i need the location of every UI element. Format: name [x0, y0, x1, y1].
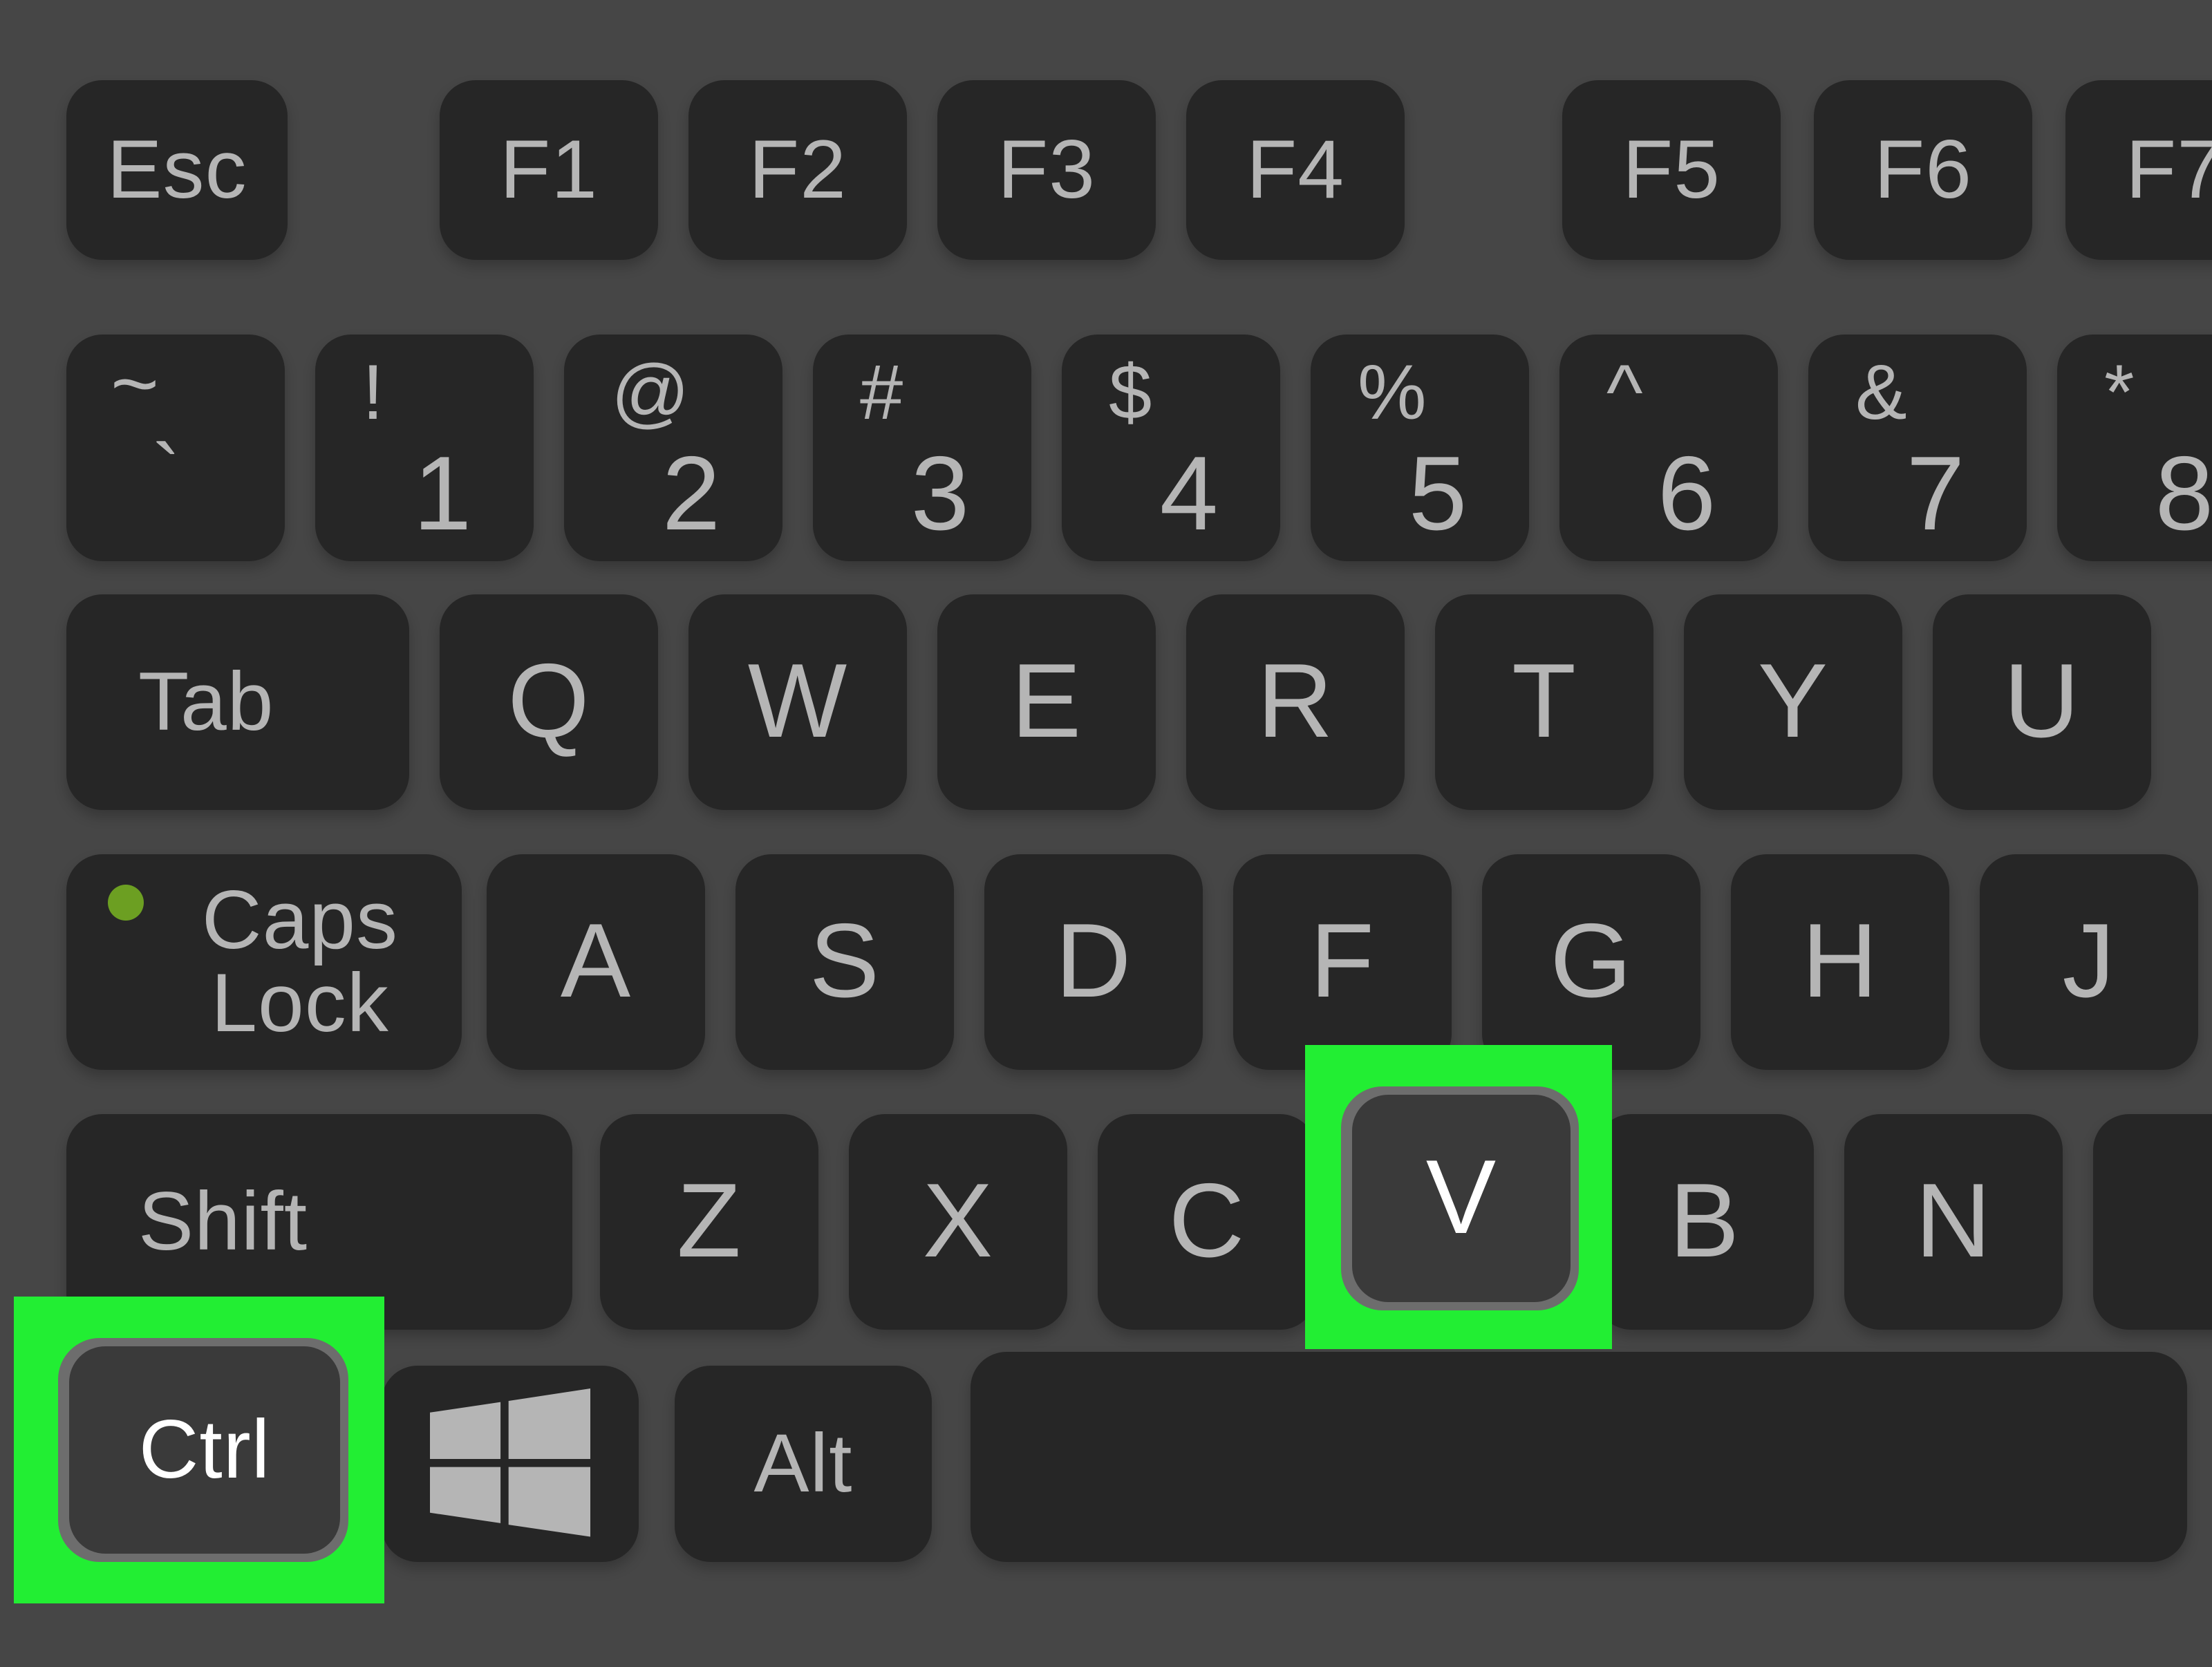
key-5[interactable]: % 5 — [1311, 335, 1529, 561]
key-c-label: C — [1168, 1162, 1246, 1280]
key-g[interactable]: G — [1482, 854, 1700, 1070]
key-n[interactable]: N — [1844, 1114, 2063, 1330]
key-q-label: Q — [507, 643, 590, 760]
key-w[interactable]: W — [688, 594, 907, 810]
key-z-label: Z — [677, 1162, 742, 1280]
key-7[interactable]: & 7 — [1808, 335, 2027, 561]
key-y[interactable]: Y — [1684, 594, 1902, 810]
key-f2[interactable]: F2 — [688, 80, 907, 260]
key-x[interactable]: X — [849, 1114, 1067, 1330]
key-f3-label: F3 — [997, 123, 1096, 216]
keyboard-screenshot: Esc F1 F2 F3 F4 F5 F6 F7 ~ ` ! 1 @ 2 # 3… — [0, 0, 2212, 1667]
key-v-label: V — [1425, 1139, 1497, 1256]
key-f5-label: F5 — [1622, 123, 1721, 216]
key-shift-label: Shift — [138, 1175, 308, 1268]
key-1-shift-label: ! — [362, 348, 384, 435]
key-backtick-shift-label: ~ — [111, 337, 160, 430]
key-s[interactable]: S — [735, 854, 954, 1070]
key-x-label: X — [922, 1162, 994, 1280]
caps-lock-led-icon — [108, 885, 144, 921]
key-f1-label: F1 — [499, 123, 599, 216]
key-8-base-label: 8 — [2155, 435, 2212, 553]
key-v[interactable]: V — [1352, 1095, 1571, 1302]
key-2-shift-label: @ — [611, 348, 690, 435]
key-4-base-label: 4 — [1159, 435, 1219, 553]
key-q[interactable]: Q — [440, 594, 658, 810]
key-n-label: N — [1915, 1162, 1992, 1280]
key-f3[interactable]: F3 — [937, 80, 1156, 260]
key-r[interactable]: R — [1186, 594, 1405, 810]
key-h[interactable]: H — [1731, 854, 1949, 1070]
key-e-label: E — [1011, 643, 1082, 760]
key-backtick-base-label: ` — [152, 428, 181, 524]
key-8-shift-label: * — [2104, 348, 2135, 435]
key-caps-lock[interactable]: Caps Lock — [66, 854, 462, 1070]
key-f7-label: F7 — [2125, 123, 2212, 216]
key-j[interactable]: J — [1980, 854, 2198, 1070]
key-4-shift-label: $ — [1109, 348, 1152, 435]
key-f6-label: F6 — [1873, 123, 1973, 216]
key-windows[interactable] — [382, 1366, 639, 1562]
key-f7[interactable]: F7 — [2065, 80, 2212, 260]
key-esc[interactable]: Esc — [66, 80, 288, 260]
key-7-base-label: 7 — [1906, 435, 1965, 553]
key-2-base-label: 2 — [662, 435, 721, 553]
key-f4[interactable]: F4 — [1186, 80, 1405, 260]
key-2[interactable]: @ 2 — [564, 335, 782, 561]
key-tab[interactable]: Tab — [66, 594, 409, 810]
key-w-label: W — [747, 643, 848, 760]
key-f1[interactable]: F1 — [440, 80, 658, 260]
key-j-label: J — [2062, 903, 2116, 1020]
key-b-label: B — [1669, 1162, 1741, 1280]
key-6-shift-label: ^ — [1606, 348, 1643, 435]
key-u-label: U — [2003, 643, 2081, 760]
key-f[interactable]: F — [1233, 854, 1452, 1070]
key-f5[interactable]: F5 — [1562, 80, 1781, 260]
key-d[interactable]: D — [984, 854, 1203, 1070]
key-f6[interactable]: F6 — [1814, 80, 2032, 260]
key-z[interactable]: Z — [600, 1114, 818, 1330]
key-3-base-label: 3 — [910, 435, 970, 553]
key-ctrl[interactable]: Ctrl — [69, 1346, 340, 1554]
key-t[interactable]: T — [1435, 594, 1653, 810]
key-8[interactable]: * 8 — [2057, 335, 2212, 561]
key-a-label: A — [560, 903, 632, 1020]
key-b[interactable]: B — [1595, 1114, 1814, 1330]
key-alt-label: Alt — [753, 1417, 853, 1509]
key-f-label: F — [1310, 903, 1375, 1020]
key-1[interactable]: ! 1 — [315, 335, 534, 561]
key-5-base-label: 5 — [1408, 435, 1468, 553]
key-s-label: S — [809, 903, 881, 1020]
key-caps-lock-label: Caps Lock — [201, 874, 399, 1049]
key-c[interactable]: C — [1098, 1114, 1316, 1330]
key-tab-label: Tab — [138, 655, 274, 748]
windows-logo-icon — [430, 1386, 590, 1541]
key-3[interactable]: # 3 — [813, 335, 1031, 561]
key-5-shift-label: % — [1358, 348, 1427, 435]
key-g-label: G — [1550, 903, 1633, 1020]
key-m[interactable] — [2093, 1114, 2212, 1330]
key-f4-label: F4 — [1246, 123, 1345, 216]
key-f2-label: F2 — [748, 123, 847, 216]
key-1-base-label: 1 — [413, 435, 472, 553]
key-h-label: H — [1801, 903, 1879, 1020]
key-a[interactable]: A — [487, 854, 705, 1070]
key-e[interactable]: E — [937, 594, 1156, 810]
key-t-label: T — [1512, 643, 1577, 760]
key-6-base-label: 6 — [1657, 435, 1716, 553]
key-d-label: D — [1055, 903, 1132, 1020]
key-ctrl-label: Ctrl — [138, 1403, 271, 1496]
key-y-label: Y — [1757, 643, 1829, 760]
key-backtick[interactable]: ~ ` — [66, 335, 285, 561]
key-r-label: R — [1257, 643, 1334, 760]
key-alt[interactable]: Alt — [675, 1366, 932, 1562]
key-4[interactable]: $ 4 — [1062, 335, 1280, 561]
key-space[interactable] — [971, 1352, 2187, 1562]
key-u[interactable]: U — [1933, 594, 2151, 810]
key-3-shift-label: # — [860, 348, 903, 435]
key-7-shift-label: & — [1855, 348, 1907, 435]
key-6[interactable]: ^ 6 — [1559, 335, 1778, 561]
key-esc-label: Esc — [106, 123, 247, 216]
